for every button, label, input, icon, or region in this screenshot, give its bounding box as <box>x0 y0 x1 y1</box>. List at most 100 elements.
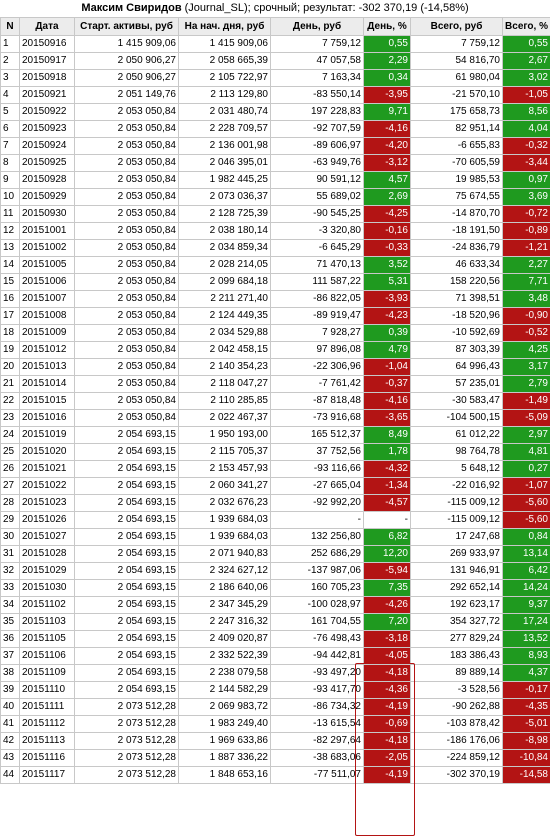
cell-total-rub: 277 829,24 <box>410 630 503 648</box>
table-row: 25 20151020 2 054 693,15 2 115 705,37 37 752… <box>0 443 550 461</box>
cell-date: 20150928 <box>19 171 75 189</box>
table-row: 14 20151005 2 053 050,84 2 028 214,05 71 470… <box>0 256 550 274</box>
cell-total-pct: 7,71 <box>502 273 550 291</box>
cell-day-pct: -4,16 <box>363 120 411 138</box>
table-row: 21 20151014 2 053 050,84 2 118 047,27 -7 761… <box>0 375 550 393</box>
cell-day-rub: 197 228,83 <box>270 103 364 121</box>
cell-n: 41 <box>0 715 20 733</box>
cell-date: 20151007 <box>19 290 75 308</box>
cell-start-assets: 2 053 050,84 <box>74 409 179 427</box>
table-row: 40 20151111 2 073 512,28 2 069 983,72 -86 73… <box>0 698 550 716</box>
cell-start-assets: 2 054 693,15 <box>74 426 179 444</box>
cell-n: 32 <box>0 562 20 580</box>
cell-total-rub: -6 655,83 <box>410 137 503 155</box>
table-row: 33 20151030 2 054 693,15 2 186 640,06 160 70… <box>0 579 550 597</box>
cell-total-rub: 87 303,39 <box>410 341 503 359</box>
cell-start-assets: 2 054 693,15 <box>74 562 179 580</box>
table-row: 38 20151109 2 054 693,15 2 238 079,58 -93 49… <box>0 664 550 682</box>
cell-n: 6 <box>0 120 20 138</box>
cell-date: 20151105 <box>19 630 75 648</box>
cell-total-rub: -90 262,88 <box>410 698 503 716</box>
cell-total-pct: 3,69 <box>502 188 550 206</box>
table-row: 15 20151006 2 053 050,84 2 099 684,18 111 58… <box>0 273 550 291</box>
cell-day-start: 2 144 582,29 <box>178 681 271 699</box>
cell-day-pct: 3,52 <box>363 256 411 274</box>
table-row: 43 20151116 2 073 512,28 1 887 336,22 -38 68… <box>0 749 550 767</box>
cell-start-assets: 2 053 050,84 <box>74 290 179 308</box>
cell-date: 20151006 <box>19 273 75 291</box>
cell-start-assets: 2 054 693,15 <box>74 443 179 461</box>
cell-day-rub: 90 591,12 <box>270 171 364 189</box>
cell-date: 20151116 <box>19 749 75 767</box>
cell-day-rub: 165 512,37 <box>270 426 364 444</box>
cell-start-assets: 2 051 149,76 <box>74 86 179 104</box>
cell-n: 42 <box>0 732 20 750</box>
cell-day-start: 2 247 316,32 <box>178 613 271 631</box>
col-header-day-rub: День, руб <box>270 17 364 36</box>
cell-n: 33 <box>0 579 20 597</box>
cell-n: 26 <box>0 460 20 478</box>
cell-total-rub: 71 398,51 <box>410 290 503 308</box>
cell-start-assets: 2 053 050,84 <box>74 324 179 342</box>
cell-day-rub: 47 057,58 <box>270 52 364 70</box>
table-row: 41 20151112 2 073 512,28 1 983 249,40 -13 61… <box>0 715 550 733</box>
table-row: 31 20151028 2 054 693,15 2 071 940,83 252 68… <box>0 545 550 563</box>
cell-total-rub: 89 889,14 <box>410 664 503 682</box>
table-row: 39 20151110 2 054 693,15 2 144 582,29 -93 41… <box>0 681 550 699</box>
cell-total-rub: -24 836,79 <box>410 239 503 257</box>
cell-day-pct: 6,82 <box>363 528 411 546</box>
col-header-n: N <box>0 17 20 36</box>
cell-n: 8 <box>0 154 20 172</box>
cell-n: 16 <box>0 290 20 308</box>
cell-date: 20151012 <box>19 341 75 359</box>
cell-n: 14 <box>0 256 20 274</box>
table-row: 36 20151105 2 054 693,15 2 409 020,87 -76 49… <box>0 630 550 648</box>
cell-day-pct: -1,04 <box>363 358 411 376</box>
cell-day-start: 2 034 859,34 <box>178 239 271 257</box>
table-row: 11 20150930 2 053 050,84 2 128 725,39 -90 54… <box>0 205 550 223</box>
cell-day-pct: -4,32 <box>363 460 411 478</box>
cell-day-rub: 161 704,55 <box>270 613 364 631</box>
cell-total-rub: 57 235,01 <box>410 375 503 393</box>
cell-day-pct: -4,05 <box>363 647 411 665</box>
cell-day-pct: -4,20 <box>363 137 411 155</box>
cell-day-rub: 97 896,08 <box>270 341 364 359</box>
cell-total-rub: -302 370,19 <box>410 766 503 784</box>
cell-date: 20151021 <box>19 460 75 478</box>
cell-n: 17 <box>0 307 20 325</box>
table-row: 19 20151012 2 053 050,84 2 042 458,15 97 896… <box>0 341 550 359</box>
cell-day-pct: -0,33 <box>363 239 411 257</box>
cell-day-pct: -0,69 <box>363 715 411 733</box>
table-row: 44 20151117 2 073 512,28 1 848 653,16 -77 51… <box>0 766 550 784</box>
cell-day-pct: -4,26 <box>363 596 411 614</box>
cell-n: 25 <box>0 443 20 461</box>
cell-n: 40 <box>0 698 20 716</box>
cell-day-start: 1 969 633,86 <box>178 732 271 750</box>
cell-day-rub: - <box>270 511 364 529</box>
cell-total-pct: 8,93 <box>502 647 550 665</box>
cell-total-pct: -8,98 <box>502 732 550 750</box>
cell-total-rub: -224 859,12 <box>410 749 503 767</box>
cell-day-start: 1 939 684,03 <box>178 511 271 529</box>
cell-start-assets: 2 053 050,84 <box>74 188 179 206</box>
cell-date: 20151030 <box>19 579 75 597</box>
table-row: 4 20150921 2 051 149,76 2 113 129,80 -83 550… <box>0 86 550 104</box>
cell-start-assets: 2 073 512,28 <box>74 715 179 733</box>
table-row: 5 20150922 2 053 050,84 2 031 480,74 197 228… <box>0 103 550 121</box>
cell-start-assets: 2 054 693,15 <box>74 664 179 682</box>
cell-day-rub: -86 734,32 <box>270 698 364 716</box>
cell-date: 20151001 <box>19 222 75 240</box>
cell-n: 30 <box>0 528 20 546</box>
cell-day-pct: 0,34 <box>363 69 411 87</box>
cell-total-rub: -3 528,56 <box>410 681 503 699</box>
cell-start-assets: 2 053 050,84 <box>74 392 179 410</box>
cell-start-assets: 2 050 906,27 <box>74 69 179 87</box>
cell-n: 13 <box>0 239 20 257</box>
cell-day-rub: -7 761,42 <box>270 375 364 393</box>
cell-day-start: 2 099 684,18 <box>178 273 271 291</box>
cell-day-pct: 8,49 <box>363 426 411 444</box>
cell-total-pct: 4,37 <box>502 664 550 682</box>
cell-day-rub: 37 752,56 <box>270 443 364 461</box>
cell-day-start: 2 124 449,35 <box>178 307 271 325</box>
cell-total-pct: -4,35 <box>502 698 550 716</box>
